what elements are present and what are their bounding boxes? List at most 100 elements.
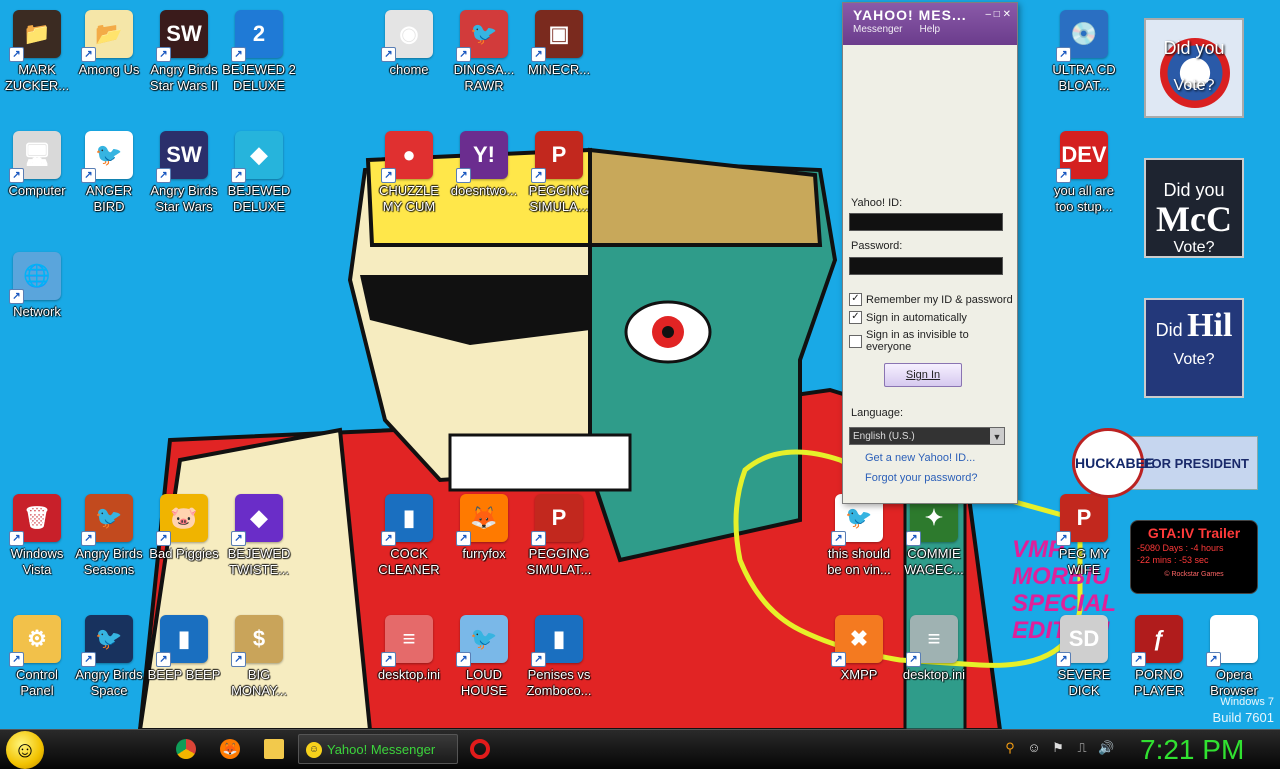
mark-icon[interactable]: 📁 ↗ <box>9 10 61 62</box>
sign-in-button[interactable]: Sign In <box>884 363 962 387</box>
folder-taskbar-icon[interactable] <box>264 739 284 759</box>
volume-icon[interactable]: 🔊 <box>1098 740 1114 756</box>
desktop-icon-mark[interactable]: 📁 ↗ MARK ZUCKER... <box>0 10 74 94</box>
desktop-icon-chuzzle[interactable]: ● ↗ CHUZZLE MY CUM <box>372 131 446 215</box>
desktop-icon-doesnt[interactable]: Y! ↗ doesntwo... <box>447 131 521 199</box>
desktop-icon-bejdel[interactable]: ◆ ↗ BEJEWED DELUXE <box>222 131 296 215</box>
taskbar-window-yahoo[interactable]: ☺ Yahoo! Messenger <box>298 734 458 764</box>
bejdel-icon[interactable]: ◆ ↗ <box>231 131 283 183</box>
desktop-icon-ultra[interactable]: 💿 ↗ ULTRA CD BLOAT... <box>1047 10 1121 94</box>
xmpp-icon[interactable]: ✖ ↗ <box>831 615 883 667</box>
menu-help[interactable]: Help <box>920 24 941 35</box>
desktop-icon-minecraft[interactable]: ▣ ↗ MINECR... <box>522 10 596 78</box>
opera-taskbar-icon[interactable] <box>470 739 490 759</box>
auto-signin-checkbox[interactable]: ✓ Sign in automatically <box>849 311 967 324</box>
furryfox-icon[interactable]: 🦊 ↗ <box>456 494 508 546</box>
recycle-icon[interactable]: 🗑 ↗ <box>9 494 61 546</box>
network-icon[interactable]: 🌐 ↗ <box>9 252 61 304</box>
yahoo-title-bar[interactable]: YAHOO! MES... Messenger Help – □ ✕ <box>843 3 1017 45</box>
desktop-icon-ab-seasons[interactable]: 🐦 ↗ Angry Birds Seasons <box>72 494 146 578</box>
desktop-icon-beep[interactable]: ▮ ↗ BEEP BEEP <box>147 615 221 683</box>
desktop1-icon[interactable]: ≡ ↗ <box>381 615 433 667</box>
opera-icon[interactable]: O ↗ <box>1206 615 1258 667</box>
desktop-icon-desktop1[interactable]: ≡ ↗ desktop.ini <box>372 615 446 683</box>
language-select[interactable]: English (U.S.) ▼ <box>849 427 1005 445</box>
ab-seasons-icon[interactable]: 🐦 ↗ <box>81 494 133 546</box>
close-icon[interactable]: ✕ <box>1003 9 1011 20</box>
desktop-icon-bej2[interactable]: 2 ↗ BEJEWED 2 DELUXE <box>222 10 296 94</box>
bad-piggies-icon[interactable]: 🐷 ↗ <box>156 494 208 546</box>
among-icon[interactable]: 📂 ↗ <box>81 10 133 62</box>
desktop-icon-chrome[interactable]: ◉ ↗ chome <box>372 10 446 78</box>
pegging2-icon[interactable]: P ↗ <box>531 494 583 546</box>
minimize-icon[interactable]: – <box>985 9 991 20</box>
forgot-password-link[interactable]: Forgot your password? <box>865 472 978 484</box>
invisible-checkbox[interactable]: Sign in as invisible to everyone <box>849 329 1017 353</box>
messenger-tray-icon[interactable]: ☺ <box>1026 740 1042 756</box>
desktop-icon-ab-sw2[interactable]: SW ↗ Angry Birds Star Wars II <box>147 10 221 94</box>
desktop-icon-bej-twist[interactable]: ◆ ↗ BEJEWED TWISTE... <box>222 494 296 578</box>
clock[interactable]: 7:21 PM <box>1140 732 1244 768</box>
gta-countdown-widget[interactable]: GTA:IV Trailer -5080 Days : -4 hours -22… <box>1130 520 1258 594</box>
beep-icon[interactable]: ▮ ↗ <box>156 615 208 667</box>
desktop-icon-ab-sw[interactable]: SW ↗ Angry Birds Star Wars <box>147 131 221 215</box>
desktop-icon-ab-space[interactable]: 🐦 ↗ Angry Birds Space <box>72 615 146 699</box>
chevron-down-icon[interactable]: ▼ <box>990 428 1004 444</box>
ab-sw-icon[interactable]: SW ↗ <box>156 131 208 183</box>
chrome-taskbar-icon[interactable] <box>176 739 196 759</box>
search-icon[interactable]: ⚲ <box>1002 740 1018 756</box>
checkbox-checked-icon[interactable]: ✓ <box>849 311 862 324</box>
bigmonay-icon[interactable]: $ ↗ <box>231 615 283 667</box>
desktop-icon-network[interactable]: 🌐 ↗ Network <box>0 252 74 320</box>
control-icon[interactable]: ⚙ ↗ <box>9 615 61 667</box>
desktop-icon-commie[interactable]: ✦ ↗ COMMIE WAGEC... <box>897 494 971 578</box>
pegmywife-icon[interactable]: P ↗ <box>1056 494 1108 546</box>
new-id-link[interactable]: Get a new Yahoo! ID... <box>865 452 975 464</box>
desktop-icon-among[interactable]: 📂 ↗ Among Us <box>72 10 146 78</box>
porno-icon[interactable]: ƒ ↗ <box>1131 615 1183 667</box>
desktop-icon-anger[interactable]: 🐦 ↗ ANGER BIRD <box>72 131 146 215</box>
yahoo-messenger-window[interactable]: YAHOO! MES... Messenger Help – □ ✕ Yahoo… <box>842 2 1018 504</box>
doesnt-icon[interactable]: Y! ↗ <box>456 131 508 183</box>
computer-icon[interactable]: 🖥 ↗ <box>9 131 61 183</box>
yahoo-id-input[interactable] <box>849 213 1003 231</box>
desktop-icon-thisshould[interactable]: 🐦 ↗ this should be on vin... <box>822 494 896 578</box>
desktop-icon-desktop2[interactable]: ≡ ↗ desktop.ini <box>897 615 971 683</box>
flag-icon[interactable]: ⚑ <box>1050 740 1066 756</box>
bej-twist-icon[interactable]: ◆ ↗ <box>231 494 283 546</box>
bej2-icon[interactable]: 2 ↗ <box>231 10 283 62</box>
dino-icon[interactable]: 🐦 ↗ <box>456 10 508 62</box>
ab-space-icon[interactable]: 🐦 ↗ <box>81 615 133 667</box>
desktop-icon-devcpp[interactable]: DEV ↗ you all are too stup... <box>1047 131 1121 215</box>
desktop-icon-bigmonay[interactable]: $ ↗ BIG MONAY... <box>222 615 296 699</box>
checkbox-empty-icon[interactable] <box>849 334 862 348</box>
menu-messenger[interactable]: Messenger <box>853 24 902 35</box>
vote-widget-obama[interactable]: Did you Vote? <box>1144 18 1244 118</box>
desktop-icon-loud[interactable]: 🐦 ↗ LOUD HOUSE <box>447 615 521 699</box>
minecraft-icon[interactable]: ▣ ↗ <box>531 10 583 62</box>
network-icon[interactable]: ⎍ <box>1074 740 1090 756</box>
desktop-icon-recycle[interactable]: 🗑 ↗ Windows Vista <box>0 494 74 578</box>
pegging-icon[interactable]: P ↗ <box>531 131 583 183</box>
chrome-icon[interactable]: ◉ ↗ <box>381 10 433 62</box>
desktop-icon-cock[interactable]: ▮ ↗ COCK CLEANER <box>372 494 446 578</box>
vote-widget-clinton[interactable]: Did Hil Vote? <box>1144 298 1244 398</box>
penises-icon[interactable]: ▮ ↗ <box>531 615 583 667</box>
desktop-icon-pegging2[interactable]: P ↗ PEGGING SIMULAT... <box>522 494 596 578</box>
desktop-icon-dino[interactable]: 🐦 ↗ DINOSA... RAWR <box>447 10 521 94</box>
desktop-icon-control[interactable]: ⚙ ↗ Control Panel <box>0 615 74 699</box>
password-input[interactable] <box>849 257 1003 275</box>
desktop-icon-penises[interactable]: ▮ ↗ Penises vs Zomboco... <box>522 615 596 699</box>
cock-icon[interactable]: ▮ ↗ <box>381 494 433 546</box>
firefox-taskbar-icon[interactable]: 🦊 <box>220 739 240 759</box>
huckabee-widget[interactable]: FOR PRESIDENT HUCKABEE <box>1072 428 1258 498</box>
desktop-icon-computer[interactable]: 🖥 ↗ Computer <box>0 131 74 199</box>
devcpp-icon[interactable]: DEV ↗ <box>1056 131 1108 183</box>
ultra-icon[interactable]: 💿 ↗ <box>1056 10 1108 62</box>
desktop-icon-pegging[interactable]: P ↗ PEGGING SIMULA... <box>522 131 596 215</box>
desktop-icon-porno[interactable]: ƒ ↗ PORNO PLAYER <box>1122 615 1196 699</box>
severe-icon[interactable]: SD ↗ <box>1056 615 1108 667</box>
remember-checkbox[interactable]: ✓ Remember my ID & password <box>849 293 1013 306</box>
desktop2-icon[interactable]: ≡ ↗ <box>906 615 958 667</box>
anger-icon[interactable]: 🐦 ↗ <box>81 131 133 183</box>
